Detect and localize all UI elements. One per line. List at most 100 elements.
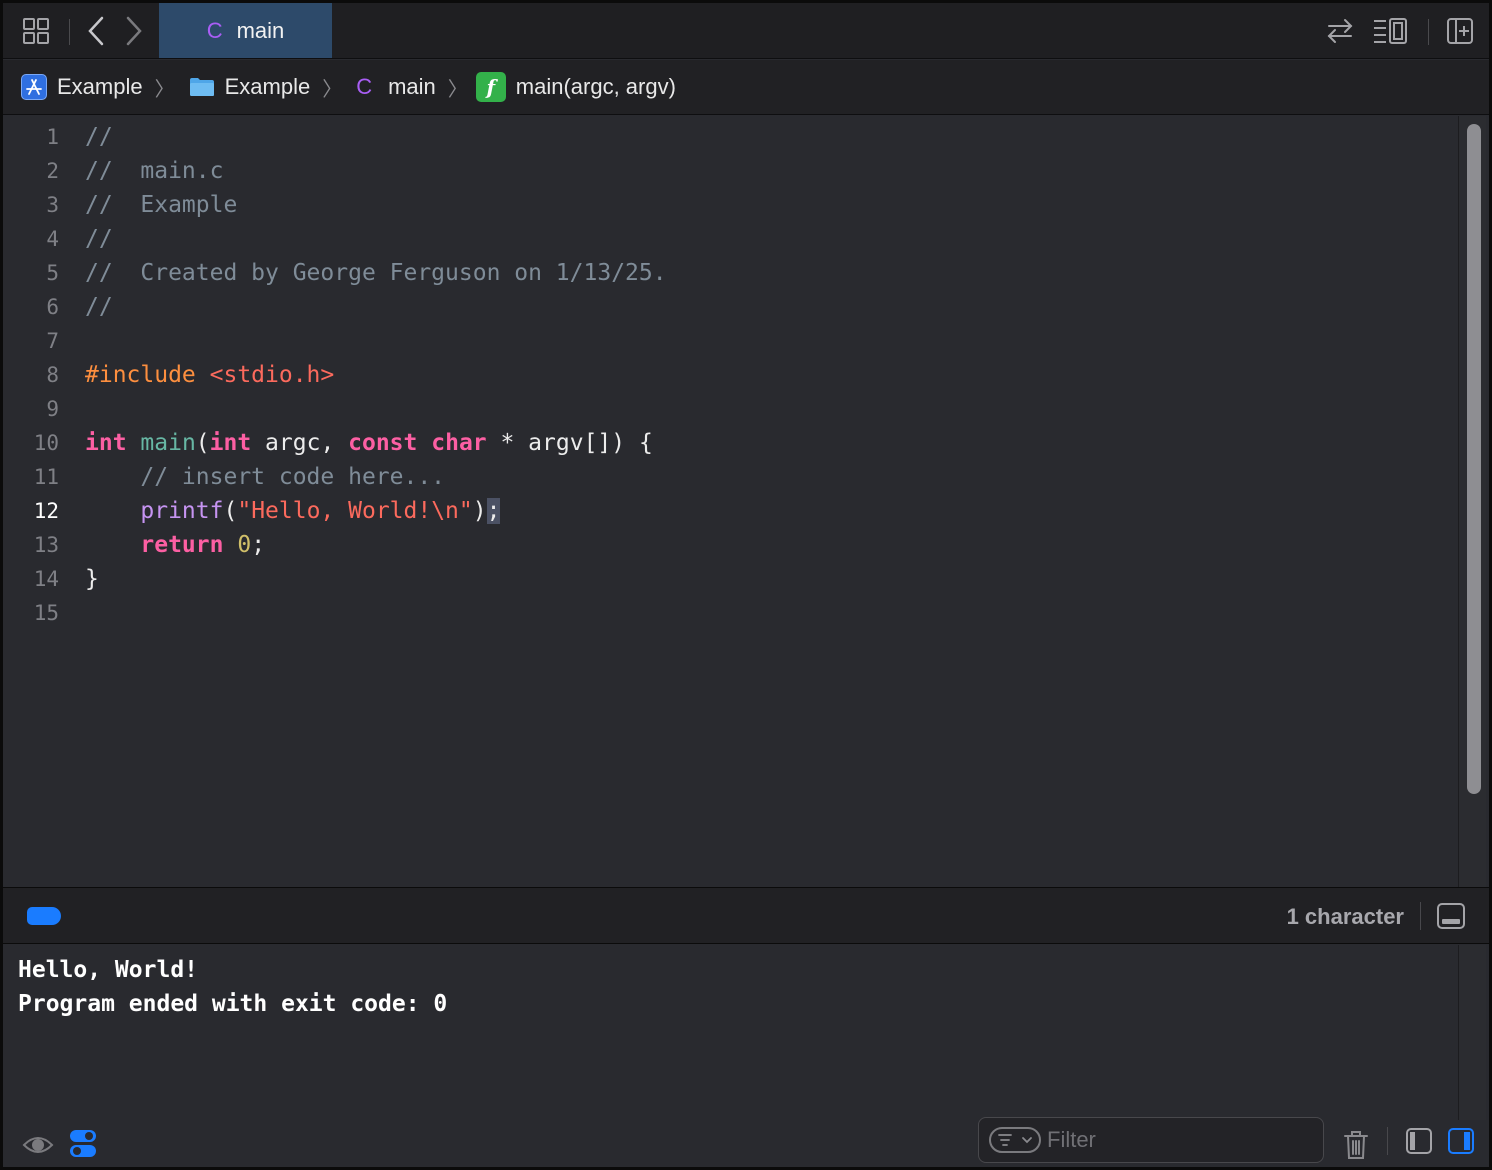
code-line[interactable]: // xyxy=(85,222,1449,256)
add-editor-icon[interactable] xyxy=(1445,15,1475,47)
grid-icon[interactable] xyxy=(21,15,51,47)
code-line[interactable] xyxy=(85,324,1449,358)
code-line[interactable] xyxy=(85,392,1449,426)
console-filter[interactable] xyxy=(978,1117,1324,1163)
code-line[interactable]: // Example xyxy=(85,188,1449,222)
code-token: ( xyxy=(223,498,238,524)
code-token: // xyxy=(85,124,113,150)
code-token: // xyxy=(85,226,113,252)
line-number[interactable]: 7 xyxy=(3,324,67,358)
toolbar-divider xyxy=(1428,19,1429,45)
line-number[interactable]: 11 xyxy=(3,460,67,494)
code-token: ( xyxy=(195,430,210,456)
breadcrumb-label: Example xyxy=(57,74,143,99)
code-line[interactable]: } xyxy=(85,562,1449,596)
chevron-left-icon[interactable] xyxy=(81,15,111,47)
debug-bar: 1 character xyxy=(3,887,1489,944)
breadcrumb-separator: 〉 xyxy=(154,78,175,101)
line-number[interactable]: 10 xyxy=(3,426,67,460)
line-number[interactable]: 3 xyxy=(3,188,67,222)
filter-input[interactable] xyxy=(1047,1127,1307,1153)
line-number[interactable]: 6 xyxy=(3,290,67,324)
breakpoints-toggle-icon[interactable] xyxy=(27,907,61,925)
code-line[interactable] xyxy=(85,596,1449,630)
variables-toggle-icon[interactable] xyxy=(69,1129,97,1159)
folder-icon xyxy=(189,77,215,97)
show-variables-view-icon[interactable] xyxy=(1406,1128,1432,1154)
code-token: int xyxy=(209,430,252,456)
code-token: const xyxy=(348,430,418,456)
line-number[interactable]: 14 xyxy=(3,562,67,596)
swap-arrows-icon[interactable] xyxy=(1325,15,1355,47)
console-output: Hello, World! Program ended with exit cod… xyxy=(18,953,447,1021)
c-file-icon: C xyxy=(356,74,373,99)
code-token: int xyxy=(85,430,127,456)
function-icon: f xyxy=(475,72,506,102)
hide-debug-area-icon[interactable] xyxy=(1437,903,1465,929)
code-line[interactable]: return 0; xyxy=(85,528,1449,562)
code-token: "Hello, World!\n" xyxy=(237,498,473,524)
line-number[interactable]: 5 xyxy=(3,256,67,290)
line-number[interactable]: 8 xyxy=(3,358,67,392)
console-line: Hello, World! xyxy=(18,957,199,983)
c-file-icon: C xyxy=(206,17,223,43)
breadcrumb-item-file[interactable]: C main xyxy=(356,74,436,100)
chevron-right-icon[interactable] xyxy=(119,15,149,47)
code-token: ) xyxy=(472,498,487,524)
breadcrumb-separator: 〉 xyxy=(322,78,343,101)
breadcrumb: Example 〉 Example 〉 C main 〉 f main(argc… xyxy=(3,60,1489,115)
filter-options-icon[interactable] xyxy=(989,1127,1041,1153)
toolbar-divider xyxy=(69,19,70,45)
code-line[interactable]: // xyxy=(85,120,1449,154)
code-area[interactable]: // // main.c // Example // // Created by Geo… xyxy=(85,116,1449,887)
code-line[interactable]: #include <stdio.h> xyxy=(85,358,1449,392)
code-line[interactable]: // main.c xyxy=(85,154,1449,188)
show-console-view-icon[interactable] xyxy=(1448,1128,1474,1154)
breadcrumb-separator: 〉 xyxy=(447,78,468,101)
code-token: // main.c xyxy=(85,158,224,184)
breadcrumb-label: main(argc, argv) xyxy=(515,74,676,99)
tab-main[interactable]: C main xyxy=(159,3,332,58)
trash-icon[interactable] xyxy=(1343,1129,1369,1161)
code-token: #include xyxy=(85,362,210,388)
list-inspector-icon[interactable] xyxy=(1371,15,1411,47)
code-line[interactable]: // Created by George Ferguson on 1/13/25… xyxy=(85,256,1449,290)
eye-icon[interactable] xyxy=(22,1131,54,1159)
code-line[interactable]: printf("Hello, World!\n"); xyxy=(85,494,1449,528)
source-editor[interactable]: 1 2 3 4 5 6 7 8 9 10 11 12 13 14 15 //// main.c// Exam… xyxy=(3,116,1489,887)
debug-bar-divider xyxy=(1420,902,1421,930)
selection-status: 1 character xyxy=(1286,904,1404,929)
breadcrumb-label: main xyxy=(388,74,436,99)
code-line[interactable]: int main(int argc, const char * argv[]) … xyxy=(85,426,1449,460)
line-number[interactable]: 9 xyxy=(3,392,67,426)
breadcrumb-item-project[interactable]: Example xyxy=(21,74,143,100)
line-number[interactable]: 2 xyxy=(3,154,67,188)
breadcrumb-label: Example xyxy=(224,74,311,99)
tab-label: main xyxy=(236,17,285,43)
code-token: main xyxy=(140,430,196,456)
breadcrumb-item-function[interactable]: f main(argc, argv) xyxy=(475,72,676,102)
line-number[interactable]: 13 xyxy=(3,528,67,562)
tab-bar: C main xyxy=(3,3,1489,59)
breadcrumb-item-folder[interactable]: Example xyxy=(189,74,311,100)
code-token: 0 xyxy=(237,532,252,558)
console-area[interactable]: Hello, World! Program ended with exit cod… xyxy=(3,945,1489,1167)
line-number[interactable]: 15 xyxy=(3,596,67,630)
console-bottom-bar xyxy=(3,1117,1489,1167)
code-token: // xyxy=(85,294,113,320)
code-token: // Example xyxy=(85,192,238,218)
line-number[interactable]: 4 xyxy=(3,222,67,256)
code-token: return xyxy=(140,532,224,558)
console-line: Program ended with exit code: 0 xyxy=(18,991,448,1017)
code-line[interactable]: // insert code here... xyxy=(85,460,1449,494)
line-number[interactable]: 12 xyxy=(3,494,67,528)
xcode-editor-window: C main Example 〉 Example 〉 C main 〉 f ma… xyxy=(0,0,1492,1170)
editor-scrollbar-thumb[interactable] xyxy=(1467,124,1481,794)
line-number[interactable]: 1 xyxy=(3,120,67,154)
code-token: <stdio.h> xyxy=(209,362,335,388)
code-line[interactable]: // xyxy=(85,290,1449,324)
console-scrollbar[interactable] xyxy=(1458,945,1486,1120)
code-token: // insert code here... xyxy=(85,464,446,490)
